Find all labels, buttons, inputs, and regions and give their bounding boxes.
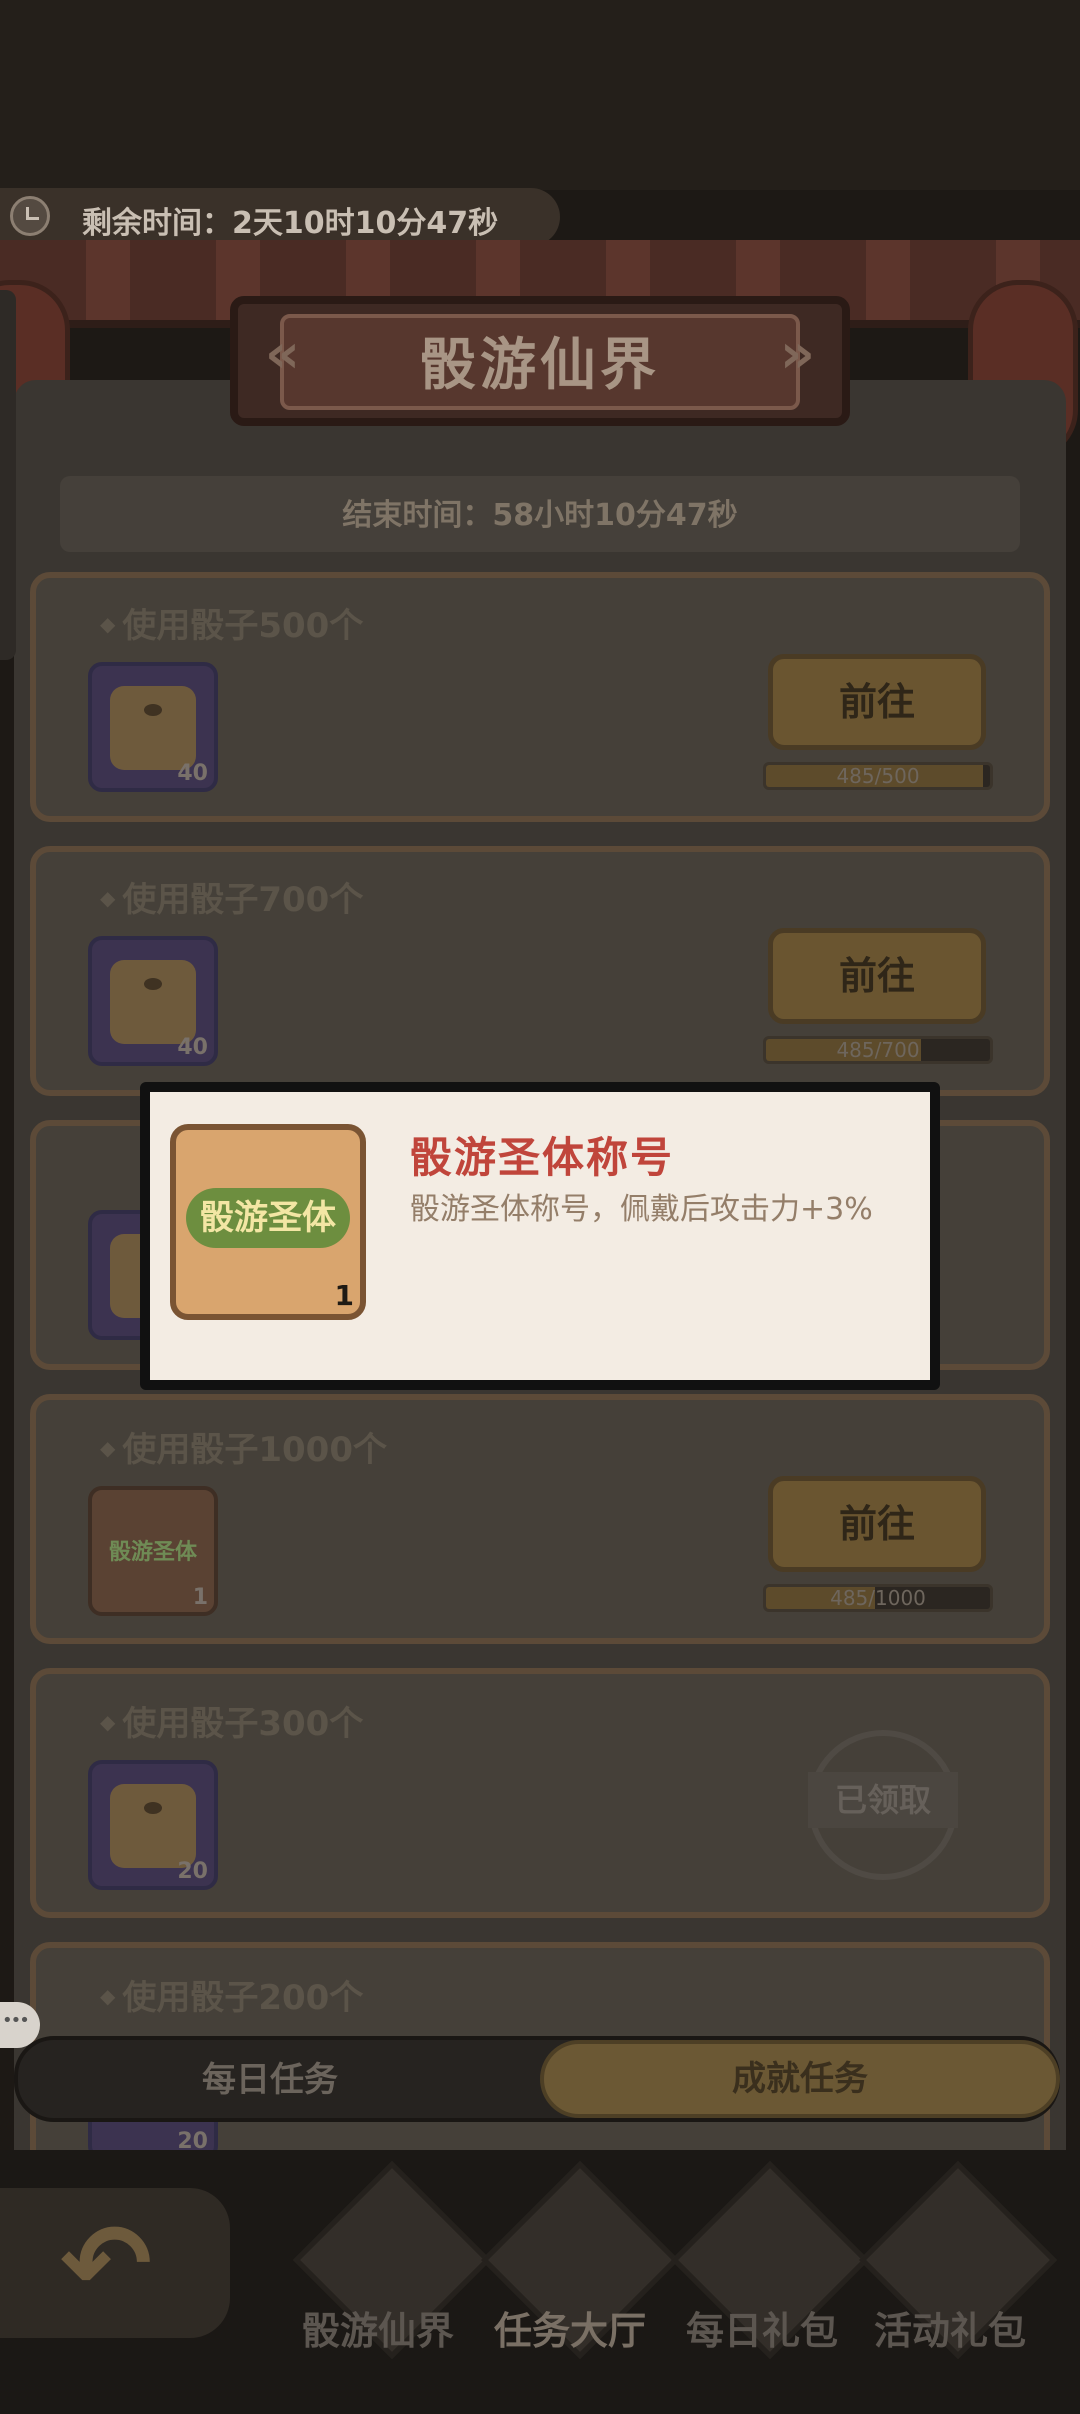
- side-drawer-handle[interactable]: [0, 290, 16, 660]
- nav-label-dice-realm[interactable]: 骰游仙界: [302, 2300, 454, 2355]
- dice-icon: [110, 960, 196, 1044]
- progress-bar: 485/1000: [763, 1584, 993, 1612]
- popup-title: 骰游圣体称号: [410, 1133, 675, 1182]
- popup-item-qty: 1: [334, 1279, 354, 1312]
- reward-qty: 40: [177, 1035, 208, 1060]
- progress-bar: 485/700: [763, 1036, 993, 1064]
- title-badge-icon: 骰游圣体: [108, 1540, 197, 1565]
- nav-label-task-hall[interactable]: 任务大厅: [494, 2300, 646, 2355]
- claimed-status: 已领取: [808, 1772, 958, 1828]
- go-button[interactable]: 前往: [768, 928, 986, 1024]
- reward-qty: 40: [177, 761, 208, 786]
- popup-description: 骰游圣体称号，佩戴后攻击力+3%: [410, 1192, 873, 1227]
- top-status-area: [0, 0, 1080, 190]
- dice-icon: [110, 1784, 196, 1868]
- tab-daily-tasks[interactable]: 每日任务: [30, 2046, 510, 2114]
- back-arrow-icon: ↶: [60, 2200, 153, 2328]
- task-title: 使用骰子1000个: [100, 1422, 387, 1471]
- title-badge-icon: 骰游圣体: [186, 1188, 350, 1248]
- reward-item[interactable]: 20: [88, 1760, 218, 1890]
- task-title: 使用骰子200个: [100, 1970, 363, 2019]
- progress-bar: 485/500: [763, 762, 993, 790]
- go-button[interactable]: 前往: [768, 654, 986, 750]
- page-title: 骰游仙界: [420, 333, 660, 398]
- task-title: 使用骰子300个: [100, 1696, 363, 1745]
- go-button[interactable]: 前往: [768, 1476, 986, 1572]
- task-title: 使用骰子700个: [100, 872, 363, 921]
- progress-text: 485/1000: [830, 1586, 926, 1610]
- popup-item-box: 骰游圣体 1: [170, 1124, 366, 1320]
- reward-item[interactable]: 骰游圣体 1: [88, 1486, 218, 1616]
- nav-label-event-gift[interactable]: 活动礼包: [874, 2300, 1026, 2355]
- task-title: 使用骰子500个: [100, 598, 363, 647]
- end-time-text: 结束时间：58小时10分47秒: [342, 498, 738, 533]
- remaining-time-text: 剩余时间：2天10时10分47秒: [82, 206, 499, 241]
- dice-icon: [110, 686, 196, 770]
- reward-item[interactable]: 40: [88, 662, 218, 792]
- progress-text: 485/500: [836, 764, 920, 788]
- reward-qty: 1: [192, 1585, 208, 1610]
- tab-achievement-tasks[interactable]: 成就任务: [540, 2040, 1060, 2118]
- progress-text: 485/700: [836, 1038, 920, 1062]
- reward-qty: 20: [177, 1859, 208, 1884]
- clock-icon: [10, 196, 50, 236]
- reward-item[interactable]: 40: [88, 936, 218, 1066]
- nav-label-daily-gift[interactable]: 每日礼包: [686, 2300, 838, 2355]
